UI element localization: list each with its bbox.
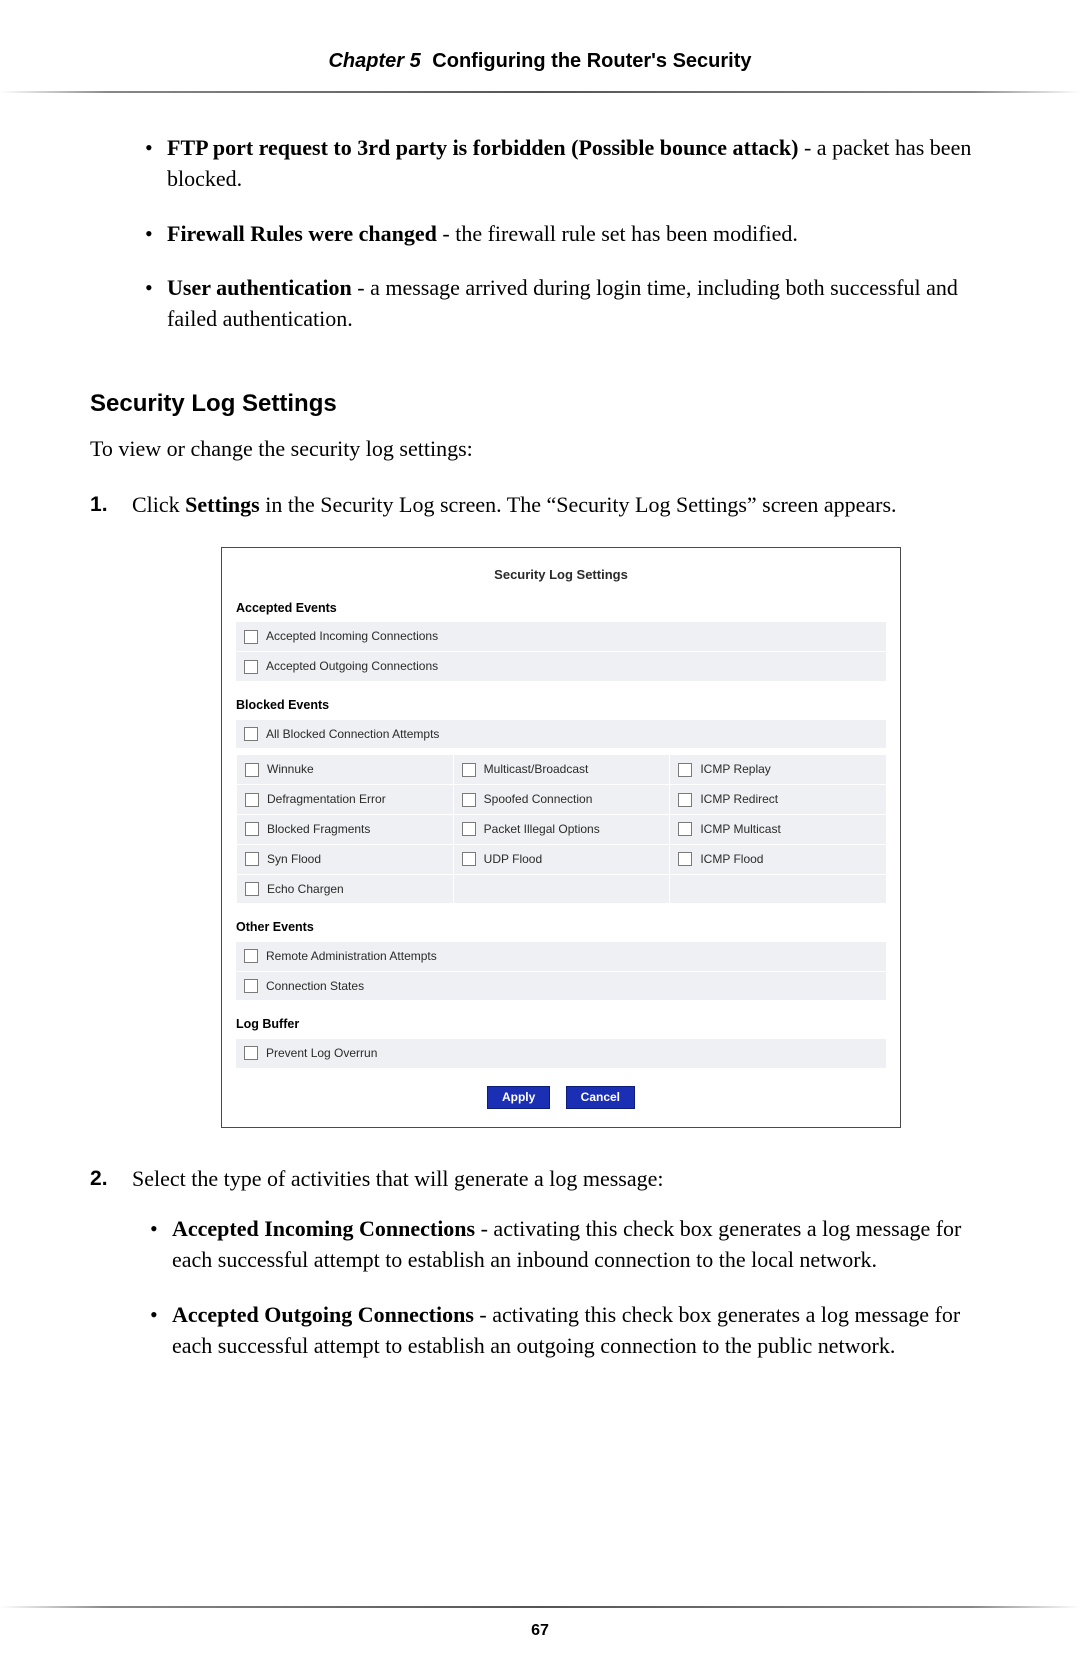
- option-row: ICMP Multicast: [669, 814, 886, 844]
- list-item: User authentication - a message arrived …: [145, 273, 990, 335]
- option-label: Spoofed Connection: [484, 791, 593, 808]
- checkbox-icon[interactable]: [245, 882, 259, 896]
- checkbox-icon[interactable]: [245, 793, 259, 807]
- list-item: Accepted Outgoing Connections - activati…: [150, 1300, 990, 1362]
- option-row: UDP Flood: [453, 844, 670, 874]
- step2-text: Select the type of activities that will …: [132, 1166, 663, 1191]
- checkbox-icon[interactable]: [244, 1046, 258, 1060]
- option-row: Connection States: [236, 971, 886, 1001]
- steps-list: Click Settings in the Security Log scree…: [90, 490, 990, 1362]
- cancel-button[interactable]: Cancel: [566, 1086, 635, 1109]
- checkbox-icon[interactable]: [244, 949, 258, 963]
- apply-button[interactable]: Apply: [487, 1086, 550, 1109]
- option-row: Defragmentation Error: [236, 784, 453, 814]
- option-label: Connection States: [266, 978, 364, 995]
- checkbox-icon[interactable]: [678, 793, 692, 807]
- option-label: Syn Flood: [267, 851, 321, 868]
- footer-divider: [0, 1606, 1080, 1608]
- option-label: Echo Chargen: [267, 881, 344, 898]
- option-row: Prevent Log Overrun: [236, 1038, 886, 1068]
- blocked-events-heading: Blocked Events: [236, 697, 886, 715]
- checkbox-icon[interactable]: [244, 660, 258, 674]
- option-row: ICMP Redirect: [669, 784, 886, 814]
- checkbox-icon[interactable]: [245, 763, 259, 777]
- checkbox-icon[interactable]: [462, 793, 476, 807]
- chapter-number: Chapter 5: [328, 50, 420, 72]
- checkbox-icon[interactable]: [462, 822, 476, 836]
- option-row: Remote Administration Attempts: [236, 941, 886, 971]
- option-row-empty: [669, 874, 886, 904]
- option-label: Accepted Incoming Connections: [266, 628, 438, 645]
- list-item: Accepted Incoming Connections - activati…: [150, 1214, 990, 1276]
- option-label: Packet Illegal Options: [484, 821, 600, 838]
- option-row-empty: [453, 874, 670, 904]
- option-label: UDP Flood: [484, 851, 542, 868]
- option-row: Accepted Outgoing Connections: [236, 651, 886, 681]
- option-row: All Blocked Connection Attempts: [236, 719, 886, 749]
- option-row: Spoofed Connection: [453, 784, 670, 814]
- accepted-events-heading: Accepted Events: [236, 600, 886, 618]
- checkbox-icon[interactable]: [678, 822, 692, 836]
- checkbox-icon[interactable]: [245, 822, 259, 836]
- step1-bold: Settings: [185, 492, 260, 517]
- checkbox-icon[interactable]: [462, 852, 476, 866]
- item-bold: Accepted Incoming Connections: [172, 1216, 475, 1241]
- option-label: All Blocked Connection Attempts: [266, 726, 439, 743]
- option-row: Syn Flood: [236, 844, 453, 874]
- option-label: Winnuke: [267, 761, 314, 778]
- section-heading: Security Log Settings: [90, 390, 990, 418]
- checkbox-icon[interactable]: [244, 979, 258, 993]
- step1-post: in the Security Log screen. The “Securit…: [260, 492, 897, 517]
- item-rest: - the firewall rule set has been modifie…: [437, 221, 798, 246]
- checkbox-icon[interactable]: [245, 852, 259, 866]
- checkbox-icon[interactable]: [244, 630, 258, 644]
- list-item: Firewall Rules were changed - the firewa…: [145, 219, 990, 250]
- option-label: ICMP Flood: [700, 851, 763, 868]
- option-label: Accepted Outgoing Connections: [266, 658, 438, 675]
- item-bold: Firewall Rules were changed: [167, 221, 437, 246]
- option-label: Defragmentation Error: [267, 791, 386, 808]
- chapter-header: Chapter 5 Configuring the Router's Secur…: [90, 50, 990, 73]
- event-description-list: FTP port request to 3rd party is forbidd…: [145, 133, 990, 335]
- step-2: Select the type of activities that will …: [90, 1164, 990, 1362]
- item-bold: User authentication: [167, 275, 352, 300]
- option-label: Blocked Fragments: [267, 821, 370, 838]
- step1-pre: Click: [132, 492, 185, 517]
- header-divider: [0, 91, 1080, 93]
- chapter-title: Configuring the Router's Security: [432, 50, 751, 72]
- other-events-heading: Other Events: [236, 919, 886, 937]
- checkbox-icon[interactable]: [678, 852, 692, 866]
- checkbox-icon[interactable]: [244, 727, 258, 741]
- checkbox-icon[interactable]: [678, 763, 692, 777]
- option-label: ICMP Replay: [700, 761, 770, 778]
- list-item: FTP port request to 3rd party is forbidd…: [145, 133, 990, 195]
- item-bold: Accepted Outgoing Connections: [172, 1302, 474, 1327]
- security-log-settings-screenshot: Security Log Settings Accepted Events Ac…: [221, 547, 901, 1128]
- log-buffer-heading: Log Buffer: [236, 1016, 886, 1034]
- option-label: ICMP Multicast: [700, 821, 780, 838]
- panel-title: Security Log Settings: [236, 566, 886, 584]
- option-row: Winnuke: [236, 754, 453, 784]
- item-bold: FTP port request to 3rd party is forbidd…: [167, 135, 798, 160]
- option-row: Accepted Incoming Connections: [236, 621, 886, 651]
- option-label: Remote Administration Attempts: [266, 948, 437, 965]
- option-row: Multicast/Broadcast: [453, 754, 670, 784]
- page-number: 67: [0, 1622, 1080, 1640]
- option-label: Prevent Log Overrun: [266, 1045, 377, 1062]
- option-row: Packet Illegal Options: [453, 814, 670, 844]
- option-row: ICMP Replay: [669, 754, 886, 784]
- option-label: ICMP Redirect: [700, 791, 778, 808]
- step2-sublist: Accepted Incoming Connections - activati…: [150, 1214, 990, 1361]
- option-row: Blocked Fragments: [236, 814, 453, 844]
- option-row: Echo Chargen: [236, 874, 453, 904]
- option-label: Multicast/Broadcast: [484, 761, 589, 778]
- option-row: ICMP Flood: [669, 844, 886, 874]
- step-1: Click Settings in the Security Log scree…: [90, 490, 990, 1128]
- section-intro: To view or change the security log setti…: [90, 436, 990, 462]
- blocked-grid: Winnuke Multicast/Broadcast ICMP Replay …: [236, 754, 886, 903]
- checkbox-icon[interactable]: [462, 763, 476, 777]
